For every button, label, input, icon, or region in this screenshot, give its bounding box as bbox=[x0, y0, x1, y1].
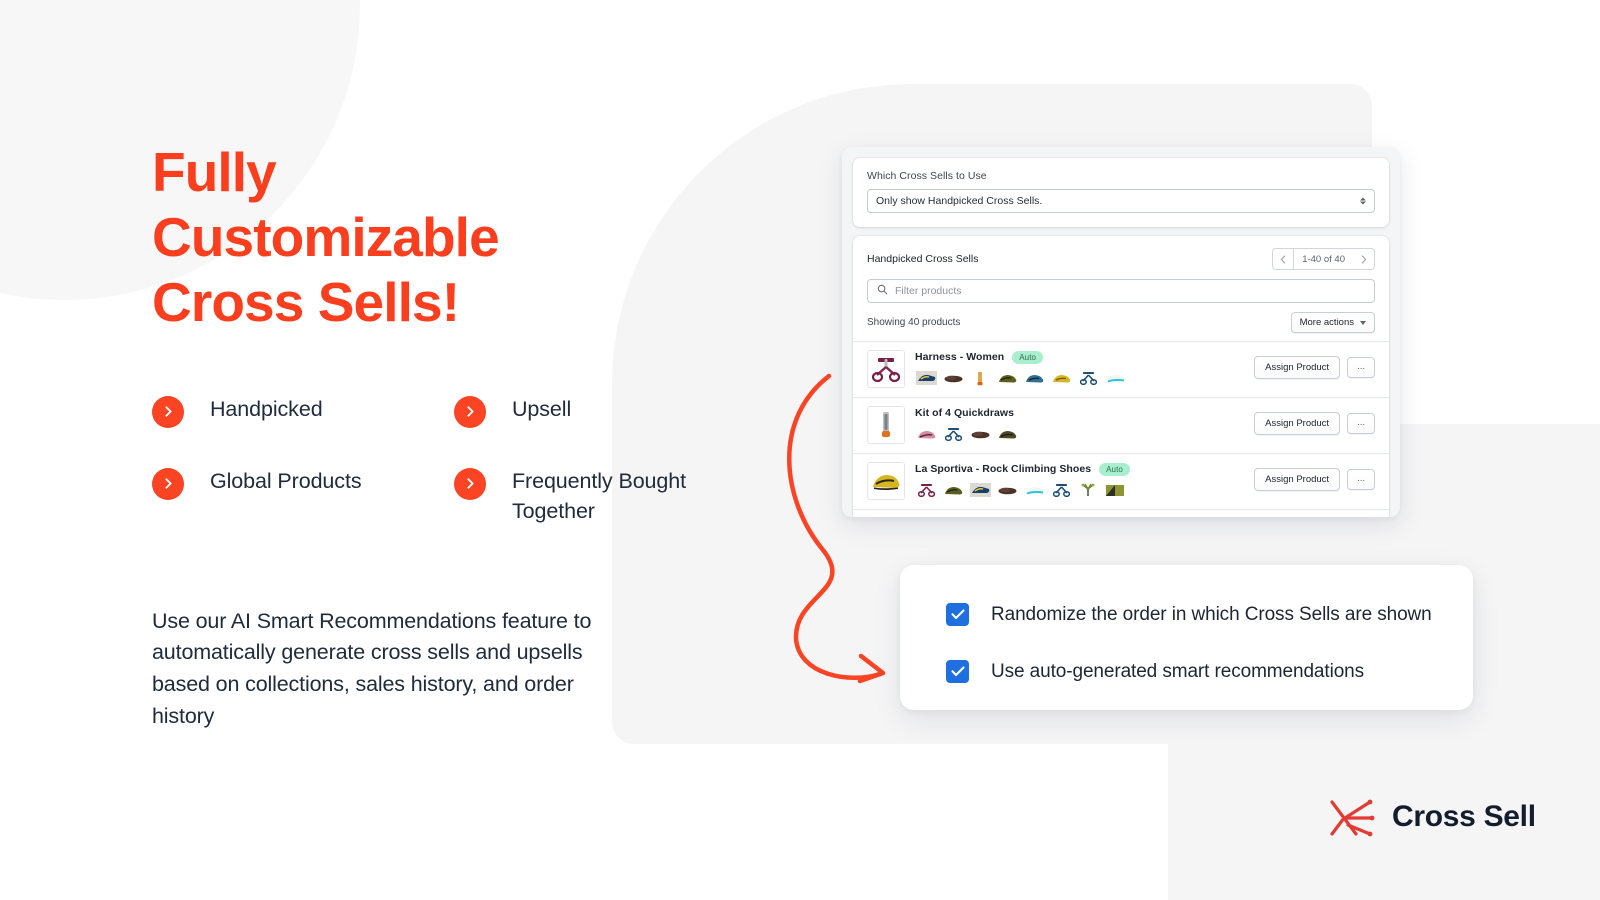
product-chip[interactable] bbox=[915, 425, 937, 442]
row-overflow-button[interactable]: ... bbox=[1347, 357, 1375, 378]
product-chip[interactable] bbox=[969, 370, 991, 387]
product-chip[interactable] bbox=[1104, 370, 1126, 387]
feature-item-frequently-bought-together: Frequently Bought Together bbox=[454, 466, 792, 526]
feature-item-handpicked: Handpicked bbox=[152, 394, 454, 428]
page-title: Fully Customizable Cross Sells! bbox=[152, 140, 792, 336]
row-actions: Assign Product ... bbox=[1254, 406, 1375, 435]
assign-product-button[interactable]: Assign Product bbox=[1254, 356, 1341, 379]
chevron-right-circle-icon bbox=[152, 395, 184, 428]
feature-label: Frequently Bought Together bbox=[512, 468, 686, 523]
product-name: Kit of 4 Quickdraws bbox=[915, 407, 1014, 419]
curved-arrow-icon bbox=[787, 373, 886, 684]
checkbox-checked-icon[interactable] bbox=[946, 603, 969, 626]
chevron-right-circle-icon bbox=[454, 395, 486, 428]
pagination: 1-40 of 40 bbox=[1272, 248, 1375, 270]
product-chip[interactable] bbox=[942, 482, 964, 499]
showing-products-count: Showing 40 products bbox=[867, 317, 961, 328]
cross-sell-settings-panel: Which Cross Sells to Use Only show Handp… bbox=[853, 158, 1389, 227]
more-actions-label: More actions bbox=[1299, 317, 1354, 328]
select-value: Only show Handpicked Cross Sells. bbox=[876, 195, 1043, 207]
row-actions: Assign Product ... bbox=[1254, 350, 1375, 379]
product-info: Harness - Women Auto bbox=[915, 350, 1244, 387]
assign-product-button[interactable]: Assign Product bbox=[1254, 468, 1341, 491]
product-chip[interactable] bbox=[915, 370, 937, 387]
chevron-right-circle-icon bbox=[454, 467, 486, 500]
feature-label: Global Products bbox=[210, 468, 362, 493]
product-chip[interactable] bbox=[942, 425, 964, 442]
product-info: Kit of 4 Quickdraws bbox=[915, 406, 1244, 442]
product-info: La Sportiva - Rock Climbing Shoes Auto bbox=[915, 462, 1244, 499]
product-chip[interactable] bbox=[942, 370, 964, 387]
search-icon bbox=[877, 282, 888, 300]
headline-line-2: Customizable bbox=[152, 206, 500, 269]
row-overflow-button[interactable]: ... bbox=[1347, 413, 1375, 434]
cross-sell-logo-icon bbox=[1326, 792, 1378, 842]
options-card: Randomize the order in which Cross Sells… bbox=[900, 565, 1473, 710]
product-chip[interactable] bbox=[996, 370, 1018, 387]
product-chip[interactable] bbox=[1104, 482, 1126, 499]
handpicked-cross-sells-panel: Handpicked Cross Sells 1-40 of 40 Filter… bbox=[853, 236, 1389, 517]
assigned-products-chips bbox=[915, 482, 1244, 499]
filter-row: Filter products bbox=[853, 270, 1389, 303]
table-row[interactable]: Harness - Women Auto Assign Product ... bbox=[853, 341, 1389, 397]
product-chip[interactable] bbox=[1077, 370, 1099, 387]
option-randomize-order[interactable]: Randomize the order in which Cross Sells… bbox=[946, 603, 1473, 626]
status-badge: Auto bbox=[1099, 463, 1130, 476]
product-chip[interactable] bbox=[1077, 482, 1099, 499]
chevron-left-icon[interactable] bbox=[1272, 248, 1295, 270]
table-row[interactable]: La Sportiva - Rock Climbing Shoes Auto A… bbox=[853, 453, 1389, 509]
more-actions-button[interactable]: More actions bbox=[1290, 312, 1375, 333]
select-updown-icon bbox=[1360, 197, 1366, 205]
product-chip[interactable] bbox=[1050, 482, 1072, 499]
row-overflow-button[interactable]: ... bbox=[1347, 469, 1375, 490]
brand-logo-text: Cross Sell bbox=[1392, 800, 1536, 833]
product-chip[interactable] bbox=[1023, 482, 1045, 499]
filter-products-input[interactable]: Filter products bbox=[867, 279, 1375, 303]
product-chip[interactable] bbox=[996, 425, 1018, 442]
hero-content: Fully Customizable Cross Sells! Handpick… bbox=[152, 140, 792, 733]
caret-down-icon bbox=[1360, 320, 1366, 325]
product-chip[interactable] bbox=[969, 482, 991, 499]
feature-item-global-products: Global Products bbox=[152, 466, 454, 526]
status-badge: Auto bbox=[1012, 351, 1044, 364]
list-panel-title: Handpicked Cross Sells bbox=[867, 253, 979, 265]
which-cross-sells-select[interactable]: Only show Handpicked Cross Sells. bbox=[867, 189, 1375, 213]
hero-body-copy: Use our AI Smart Recommendations feature… bbox=[152, 608, 592, 728]
feature-item-upsell: Upsell bbox=[454, 394, 792, 428]
product-name: Harness - Women bbox=[915, 351, 1005, 364]
chevron-right-icon[interactable] bbox=[1353, 248, 1375, 270]
assigned-products-chips bbox=[915, 425, 1244, 442]
table-row[interactable]: Kit of 4 Quickdraws Assign Product ... bbox=[853, 397, 1389, 453]
app-screenshot-card: Which Cross Sells to Use Only show Handp… bbox=[842, 147, 1400, 517]
showing-row: Showing 40 products More actions bbox=[853, 303, 1389, 341]
table-row[interactable]: Lowa Renegade GTX Mid Hiking Boots Assig… bbox=[853, 509, 1389, 517]
feature-label: Handpicked bbox=[210, 396, 323, 421]
option-label: Use auto-generated smart recommendations bbox=[991, 660, 1365, 682]
row-actions: Assign Product ... bbox=[1254, 462, 1375, 491]
headline-line-1: Fully bbox=[152, 141, 277, 203]
filter-products-placeholder: Filter products bbox=[895, 285, 962, 297]
list-panel-header: Handpicked Cross Sells 1-40 of 40 bbox=[853, 236, 1389, 270]
assigned-products-chips bbox=[915, 370, 1244, 387]
product-chip[interactable] bbox=[1023, 370, 1045, 387]
assign-product-button[interactable]: Assign Product bbox=[1254, 412, 1341, 435]
option-label: Randomize the order in which Cross Sells… bbox=[991, 603, 1432, 625]
brand-logo: Cross Sell bbox=[1326, 792, 1536, 842]
pagination-range: 1-40 of 40 bbox=[1294, 248, 1353, 270]
feature-label: Upsell bbox=[512, 396, 572, 421]
option-smart-recommendations[interactable]: Use auto-generated smart recommendations bbox=[946, 660, 1473, 683]
chevron-right-circle-icon bbox=[152, 467, 184, 500]
product-chip[interactable] bbox=[996, 482, 1018, 499]
checkbox-checked-icon[interactable] bbox=[946, 660, 969, 683]
product-chip[interactable] bbox=[915, 482, 937, 499]
feature-list: Handpicked Upsell Global Products Freque… bbox=[152, 394, 792, 526]
which-cross-sells-label: Which Cross Sells to Use bbox=[867, 170, 987, 182]
headline-line-3: Cross Sells! bbox=[152, 271, 460, 334]
product-name: La Sportiva - Rock Climbing Shoes bbox=[915, 463, 1092, 476]
product-chip[interactable] bbox=[969, 425, 991, 442]
product-chip[interactable] bbox=[1050, 370, 1072, 387]
